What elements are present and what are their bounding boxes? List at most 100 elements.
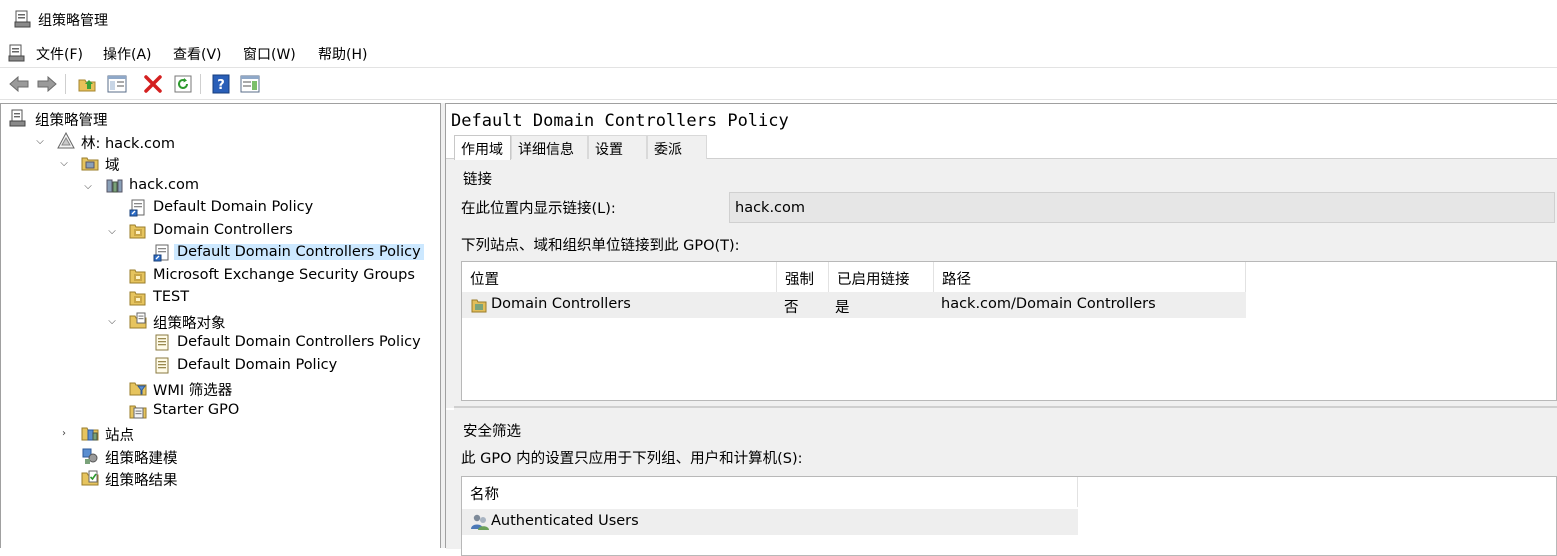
- tab-scope[interactable]: 作用域: [454, 135, 511, 160]
- show-hide-tree-icon[interactable]: [106, 73, 128, 95]
- gpo-link-icon: [129, 199, 145, 217]
- tree-item-label: Default Domain Controllers Policy: [177, 334, 421, 350]
- tree-item[interactable]: 组策略管理: [1, 107, 441, 129]
- tree-item-label: Microsoft Exchange Security Groups: [153, 267, 415, 283]
- tree-item[interactable]: 组策略建模: [1, 445, 441, 467]
- tree-item-label: Starter GPO: [153, 402, 240, 418]
- toolbar: ?: [0, 67, 1557, 100]
- col-name[interactable]: 名称: [462, 477, 1078, 507]
- ou-icon: [129, 269, 146, 284]
- tree-item-label: Default Domain Policy: [153, 199, 314, 215]
- security-label: 此 GPO 内的设置只应用于下列组、用户和计算机(S):: [461, 451, 803, 467]
- collapse-chevron-icon[interactable]: ⌵: [34, 135, 46, 147]
- title-bar: 组策略管理: [0, 0, 1557, 38]
- gpo-icon: [155, 334, 169, 351]
- security-filtering-panel: 安全筛选 此 GPO 内的设置只应用于下列组、用户和计算机(S): 名称 Aut…: [446, 410, 1557, 556]
- col-link-enabled[interactable]: 已启用链接: [829, 262, 934, 292]
- tree-item[interactable]: Default Domain Controllers Policy: [1, 332, 441, 354]
- tree-item[interactable]: 组策略结果: [1, 467, 441, 489]
- tree-item[interactable]: ⌵ hack.com: [1, 175, 441, 197]
- col-path[interactable]: 路径: [934, 262, 1246, 292]
- menu-file[interactable]: 文件(F): [36, 44, 83, 64]
- up-folder-icon[interactable]: [76, 73, 98, 95]
- forward-icon[interactable]: [36, 73, 58, 95]
- collapse-chevron-icon[interactable]: ⌵: [82, 180, 94, 192]
- cell-name: Authenticated Users: [491, 513, 639, 529]
- tab-settings[interactable]: 设置: [588, 135, 647, 159]
- links-list[interactable]: 位置 强制 已启用链接 路径 Domain Controllers 否 是 ha…: [461, 261, 1557, 401]
- domain-icon: [106, 179, 123, 193]
- tab-delegation[interactable]: 委派: [647, 135, 707, 159]
- menu-help[interactable]: 帮助(H): [318, 44, 367, 64]
- toolbar-separator: [65, 74, 66, 94]
- tree-item-label: WMI 筛选器: [153, 383, 233, 399]
- col-location[interactable]: 位置: [462, 262, 777, 292]
- tree-item[interactable]: ⌵ 域: [1, 152, 441, 174]
- ou-icon: [129, 224, 146, 239]
- console-tree[interactable]: 组策略管理 ⌵ 林: hack.com ⌵ 域 ⌵ hack.com Default Doma…: [0, 103, 440, 548]
- delete-icon[interactable]: [142, 73, 164, 95]
- show-links-dropdown[interactable]: hack.com: [729, 192, 1555, 223]
- properties-pane-icon[interactable]: [239, 73, 261, 95]
- gpo-title: Default Domain Controllers Policy: [451, 111, 789, 131]
- tree-item[interactable]: › 站点: [1, 422, 441, 444]
- tree-item-label: 林: hack.com: [81, 136, 176, 152]
- collapse-chevron-icon[interactable]: ⌵: [106, 225, 118, 237]
- table-row[interactable]: Authenticated Users: [462, 509, 1078, 535]
- scope-tab-panel: 链接 在此位置内显示链接(L): hack.com 下列站点、域和组织单位链接到…: [446, 158, 1557, 408]
- tree-item-label: hack.com: [129, 177, 200, 193]
- tree-item[interactable]: ⌵ 林: hack.com: [1, 130, 441, 152]
- gpm-app-icon: [14, 10, 31, 28]
- gpo-icon: [155, 357, 169, 374]
- system-menu-icon[interactable]: [8, 44, 25, 62]
- gpo-folder-icon: [129, 312, 147, 329]
- tree-item[interactable]: Default Domain Policy: [1, 355, 441, 377]
- toolbar-separator: [200, 74, 201, 94]
- sites-icon: [81, 427, 99, 441]
- tree-item[interactable]: ⌵ 组策略对象: [1, 310, 441, 332]
- show-links-label: 在此位置内显示链接(L):: [461, 201, 616, 217]
- cell-path: hack.com/Domain Controllers: [941, 296, 1156, 312]
- tree-item-label: 组策略对象: [153, 316, 226, 332]
- tree-item[interactable]: ⌵ Domain Controllers: [1, 220, 441, 242]
- collapse-chevron-icon[interactable]: ⌵: [106, 315, 118, 327]
- col-enforced[interactable]: 强制: [777, 262, 829, 292]
- tree-item-label: Domain Controllers: [153, 222, 293, 238]
- help-icon[interactable]: ?: [210, 73, 232, 95]
- expand-chevron-icon[interactable]: ›: [58, 427, 70, 439]
- tree-item[interactable]: TEST: [1, 287, 441, 309]
- domains-icon: [81, 157, 99, 171]
- forest-icon: [57, 132, 75, 149]
- menu-view[interactable]: 查看(V): [173, 44, 222, 64]
- tree-item-label: Default Domain Policy: [177, 357, 338, 373]
- tree-item-label: TEST: [153, 289, 190, 305]
- tree-item[interactable]: Starter GPO: [1, 400, 441, 422]
- tree-item[interactable]: Microsoft Exchange Security Groups: [1, 265, 441, 287]
- tab-details[interactable]: 详细信息: [511, 135, 588, 159]
- security-heading: 安全筛选: [463, 424, 521, 440]
- back-icon[interactable]: [8, 73, 30, 95]
- tree-item-label: Default Domain Controllers Policy: [174, 244, 424, 260]
- window-title: 组策略管理: [38, 13, 108, 29]
- tree-item-label: 域: [105, 158, 120, 174]
- tree-item[interactable]: Default Domain Controllers Policy: [1, 242, 441, 264]
- tree-item-label: 组策略结果: [105, 473, 178, 489]
- collapse-chevron-icon[interactable]: ⌵: [58, 157, 70, 169]
- links-heading: 链接: [463, 172, 492, 188]
- ou-icon: [471, 299, 487, 313]
- refresh-icon[interactable]: [172, 73, 194, 95]
- menu-window[interactable]: 窗口(W): [243, 44, 296, 64]
- ou-icon: [129, 291, 146, 306]
- starter-gpo-icon: [129, 405, 147, 419]
- cell-enforced: 否: [784, 300, 799, 316]
- svg-text:?: ?: [217, 78, 225, 93]
- security-list[interactable]: 名称 Authenticated Users: [461, 476, 1557, 556]
- wmi-folder-icon: [129, 382, 147, 396]
- menu-bar: 文件(F) 操作(A) 查看(V) 窗口(W) 帮助(H): [0, 38, 1557, 67]
- menu-action[interactable]: 操作(A): [103, 44, 152, 64]
- table-row[interactable]: Domain Controllers 否 是 hack.com/Domain C…: [462, 292, 1246, 318]
- tree-item[interactable]: WMI 筛选器: [1, 377, 441, 399]
- tree-item-label: 站点: [105, 428, 134, 444]
- tree-item-label: 组策略建模: [105, 451, 178, 467]
- tree-item[interactable]: Default Domain Policy: [1, 197, 441, 219]
